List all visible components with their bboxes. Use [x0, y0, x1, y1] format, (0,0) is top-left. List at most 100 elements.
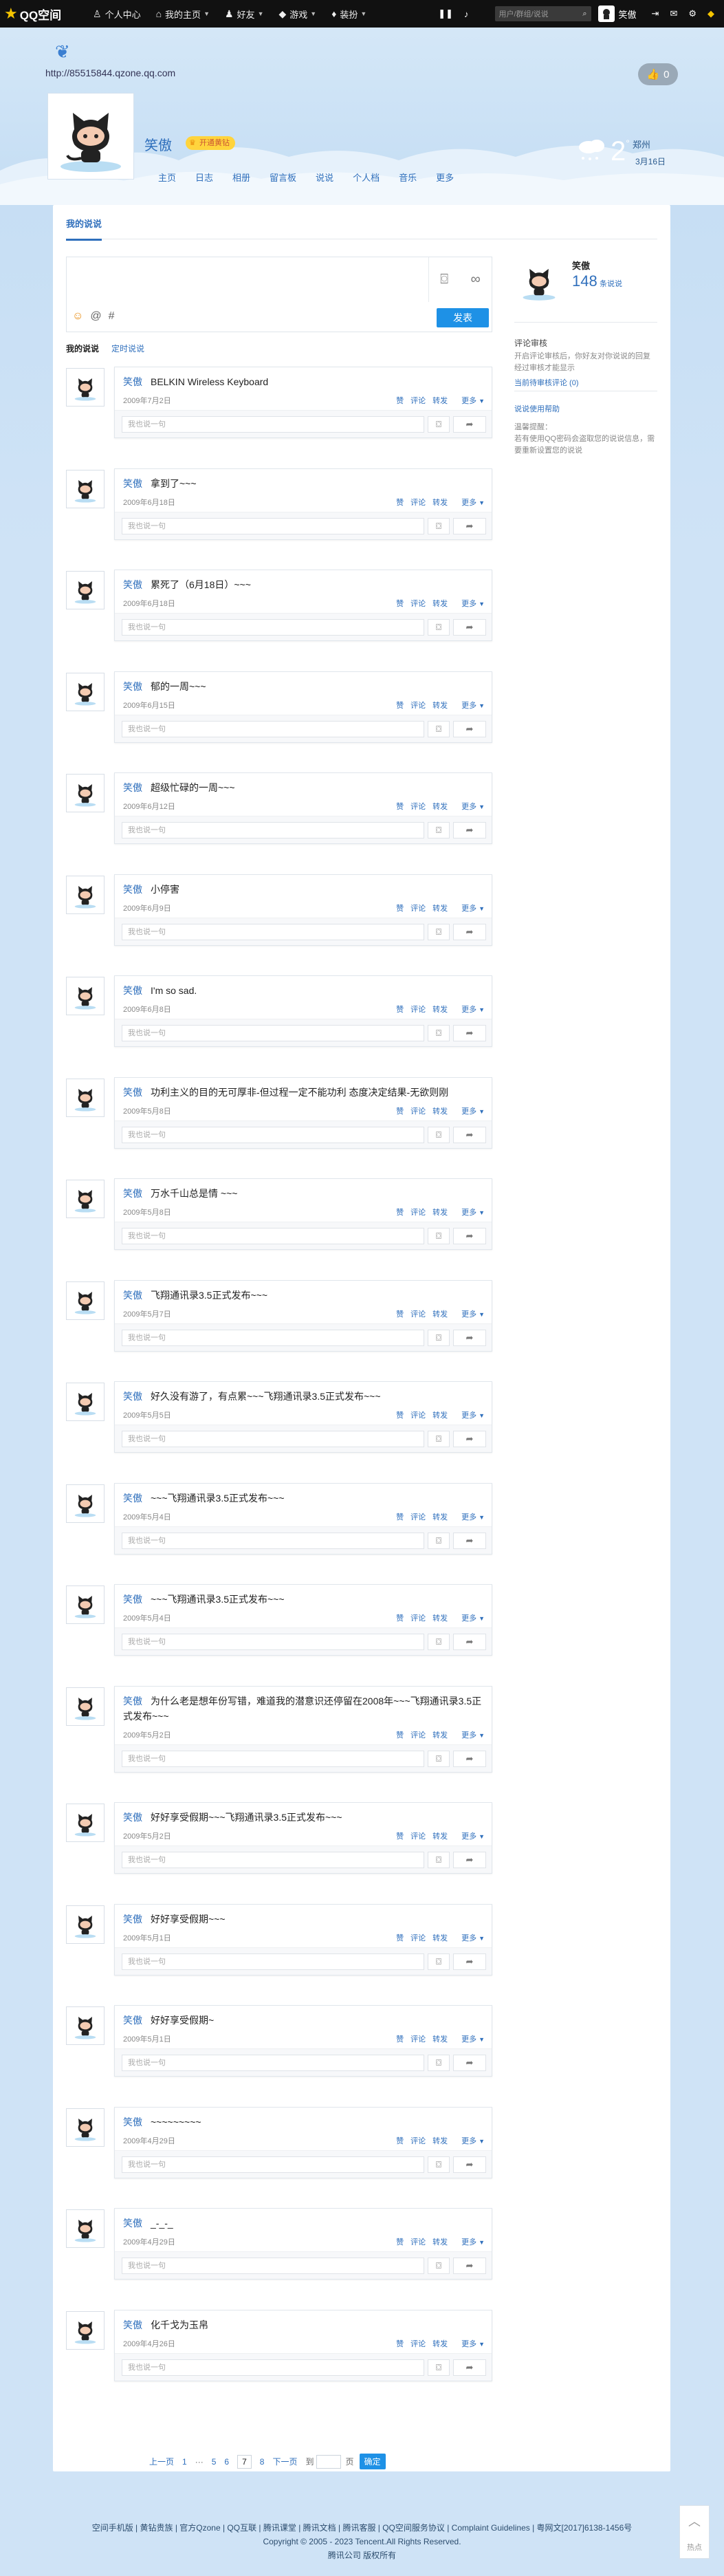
post-avatar[interactable] [66, 2006, 105, 2045]
reply-input[interactable]: 我也说一句 [122, 1126, 424, 1143]
comment-link[interactable]: 评论 [410, 2033, 426, 2044]
top-nav-item[interactable]: ◆ 游戏 ▼ [271, 0, 324, 28]
pause-icon[interactable]: ❚❚ [438, 8, 453, 19]
reply-input[interactable]: 我也说一句 [122, 1750, 424, 1767]
composer[interactable]: ⌼ ∞ ☺ @ # 发表 [66, 257, 492, 332]
forward-link[interactable]: 转发 [432, 1308, 448, 1319]
like-link[interactable]: 赞 [396, 1932, 404, 1943]
reply-input[interactable]: 我也说一句 [122, 416, 424, 433]
post-avatar[interactable] [66, 571, 105, 609]
more-link[interactable]: 更多 ▼ [454, 2135, 485, 2146]
more-link[interactable]: 更多 ▼ [454, 1511, 485, 1522]
reply-camera-icon[interactable]: ⌼ [428, 1852, 450, 1868]
reply-camera-icon[interactable]: ⌼ [428, 517, 450, 534]
profile-nav-item[interactable]: 相册 [232, 171, 250, 184]
post-author[interactable]: 笑傲 [123, 1290, 142, 1301]
reply-forward-icon[interactable]: ➦ [453, 1329, 486, 1346]
reply-camera-icon[interactable]: ⌼ [428, 2055, 450, 2071]
reply-camera-icon[interactable]: ⌼ [428, 1329, 450, 1346]
subtab-my-shuoshuo[interactable]: 我的说说 [66, 343, 99, 354]
page-6[interactable]: 6 [224, 2457, 229, 2467]
reply-forward-icon[interactable]: ➦ [453, 1025, 486, 1041]
reply-camera-icon[interactable]: ⌼ [428, 1228, 450, 1244]
back-to-top-icon[interactable]: ︿ [688, 2512, 701, 2530]
reply-input[interactable]: 我也说一句 [122, 517, 424, 534]
post-avatar[interactable] [66, 2108, 105, 2147]
go-button[interactable]: 确定 [359, 2454, 386, 2469]
reply-input[interactable]: 我也说一句 [122, 2359, 424, 2376]
reply-forward-icon[interactable]: ➦ [453, 1126, 486, 1143]
post-avatar[interactable] [66, 1281, 105, 1320]
comment-link[interactable]: 评论 [410, 1830, 426, 1841]
next-page-link[interactable]: 下一页 [272, 2456, 297, 2467]
post-author[interactable]: 笑傲 [123, 376, 142, 387]
post-time[interactable]: 2009年6月8日 [123, 1004, 171, 1015]
reply-input[interactable]: 我也说一句 [122, 1431, 424, 1447]
more-link[interactable]: 更多 ▼ [454, 902, 485, 913]
prev-page-link[interactable]: 上一页 [149, 2456, 174, 2467]
post-avatar[interactable] [66, 672, 105, 711]
profile-nav-item[interactable]: 音乐 [399, 171, 417, 184]
post-author[interactable]: 笑傲 [123, 884, 142, 895]
reply-input[interactable]: 我也说一句 [122, 2258, 424, 2274]
profile-nav-item[interactable]: 更多 [436, 171, 454, 184]
forward-link[interactable]: 转发 [432, 598, 448, 609]
bell-icon[interactable]: ✉ [670, 8, 677, 19]
like-link[interactable]: 赞 [396, 2135, 404, 2146]
search-icon[interactable]: ⌕ [582, 10, 586, 19]
emoji-icon[interactable]: ☺ [72, 310, 83, 323]
post-avatar[interactable] [66, 1804, 105, 1842]
more-link[interactable]: 更多 ▼ [454, 1612, 485, 1623]
reply-camera-icon[interactable]: ⌼ [428, 1532, 450, 1549]
post-time[interactable]: 2009年6月15日 [123, 700, 175, 711]
post-time[interactable]: 2009年5月1日 [123, 1932, 171, 1943]
post-avatar[interactable] [66, 1905, 105, 1944]
forward-link[interactable]: 转发 [432, 1105, 448, 1116]
help-link[interactable]: 说说使用帮助 [514, 403, 560, 414]
more-link[interactable]: 更多 ▼ [454, 598, 485, 609]
post-time[interactable]: 2009年6月12日 [123, 801, 175, 812]
more-link[interactable]: 更多 ▼ [454, 395, 485, 406]
post-time[interactable]: 2009年5月7日 [123, 1308, 171, 1319]
top-avatar[interactable] [597, 6, 615, 22]
like-link[interactable]: 赞 [396, 1105, 404, 1116]
more-link[interactable]: 更多 ▼ [454, 1308, 485, 1319]
reply-forward-icon[interactable]: ➦ [453, 720, 486, 737]
like-link[interactable]: 赞 [396, 497, 404, 508]
post-avatar[interactable] [66, 774, 105, 812]
reply-forward-icon[interactable]: ➦ [453, 1852, 486, 1868]
forward-link[interactable]: 转发 [432, 700, 448, 711]
forward-link[interactable]: 转发 [432, 2033, 448, 2044]
post-time[interactable]: 2009年6月18日 [123, 497, 175, 508]
forward-link[interactable]: 转发 [432, 2236, 448, 2247]
reply-forward-icon[interactable]: ➦ [453, 2055, 486, 2071]
forward-link[interactable]: 转发 [432, 801, 448, 812]
reply-camera-icon[interactable]: ⌼ [428, 923, 450, 940]
post-author[interactable]: 笑傲 [123, 478, 142, 489]
comment-link[interactable]: 评论 [410, 1612, 426, 1623]
page-1[interactable]: 1 [182, 2457, 187, 2467]
post-time[interactable]: 2009年5月1日 [123, 2033, 171, 2044]
more-link[interactable]: 更多 ▼ [454, 1729, 485, 1740]
comment-link[interactable]: 评论 [410, 1932, 426, 1943]
reply-forward-icon[interactable]: ➦ [453, 1532, 486, 1549]
comment-link[interactable]: 评论 [410, 1105, 426, 1116]
post-time[interactable]: 2009年4月29日 [123, 2236, 175, 2247]
comment-link[interactable]: 评论 [410, 1004, 426, 1015]
page-number-input[interactable] [316, 2454, 342, 2469]
post-time[interactable]: 2009年5月8日 [123, 1206, 171, 1217]
post-time[interactable]: 2009年6月18日 [123, 598, 175, 609]
more-link[interactable]: 更多 ▼ [454, 1004, 485, 1015]
post-author[interactable]: 笑傲 [123, 1696, 142, 1707]
more-link[interactable]: 更多 ▼ [454, 801, 485, 812]
more-link[interactable]: 更多 ▼ [454, 2236, 485, 2247]
like-link[interactable]: 赞 [396, 1729, 404, 1740]
qzone-home-icon[interactable]: ❦ [55, 41, 70, 63]
reply-forward-icon[interactable]: ➦ [453, 517, 486, 534]
post-author[interactable]: 笑傲 [123, 681, 142, 692]
post-avatar[interactable] [66, 1687, 105, 1726]
reply-input[interactable]: 我也说一句 [122, 1228, 424, 1244]
reply-camera-icon[interactable]: ⌼ [428, 619, 450, 636]
forward-link[interactable]: 转发 [432, 1409, 448, 1420]
post-time[interactable]: 2009年5月2日 [123, 1729, 171, 1740]
